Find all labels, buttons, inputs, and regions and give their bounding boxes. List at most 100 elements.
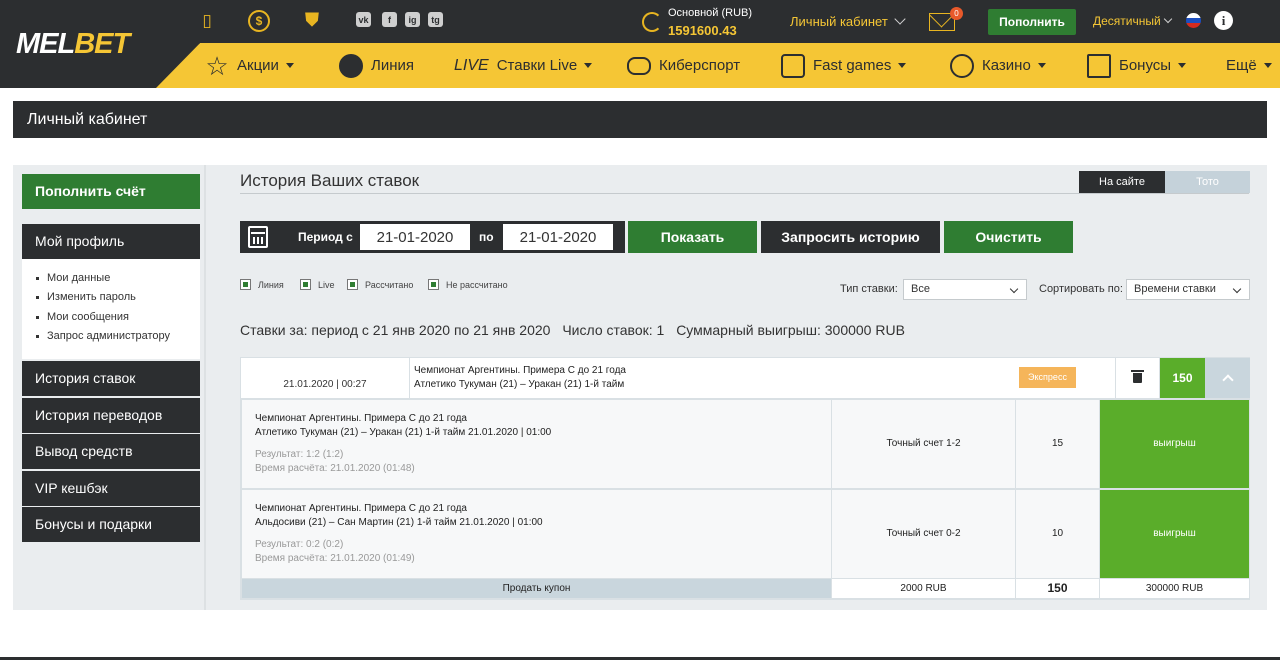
coupon-stake: 2000 RUB	[832, 579, 1015, 598]
event-league: Чемпионат Аргентины. Примера С до 21 год…	[255, 413, 467, 424]
event-bet: Точный счет 0-2	[832, 490, 1015, 578]
checkbox[interactable]	[428, 279, 439, 290]
sidebar-subitem-change-password[interactable]: Изменить пароль	[36, 291, 136, 303]
request-history-button[interactable]: Запросить историю	[761, 221, 940, 253]
date-to-input[interactable]	[503, 224, 613, 250]
bet-history-title: История Ваших ставок	[240, 171, 420, 190]
event-row: Чемпионат Аргентины. Примера С до 21 год…	[242, 490, 831, 578]
mobile-app-icon[interactable]: ▯	[196, 10, 218, 32]
event-league: Чемпионат Аргентины. Примера С до 21 год…	[255, 503, 467, 514]
trash-icon	[1131, 370, 1144, 383]
coupon-league: Чемпионат Аргентины. Примера С до 21 год…	[414, 365, 626, 376]
date-from-input[interactable]	[360, 224, 470, 250]
sort-label: Сортировать по:	[1039, 283, 1123, 295]
deposit-button[interactable]: Пополнить	[988, 9, 1076, 35]
page-title: Личный кабинет	[13, 101, 1267, 138]
mail-badge: 0	[950, 7, 963, 20]
odds-format-select[interactable]: Десятичный	[1093, 14, 1172, 28]
filter-live[interactable]: Live	[300, 279, 335, 290]
nav-esports[interactable]: Киберспорт	[627, 43, 740, 88]
logo[interactable]: MELBET	[16, 28, 130, 61]
checkbox[interactable]	[347, 279, 358, 290]
calendar-icon[interactable]	[248, 226, 268, 248]
sidebar-item-withdraw[interactable]: Вывод средств	[22, 434, 200, 469]
nav-promotions[interactable]: ☆ Акции	[205, 43, 294, 88]
nav-more[interactable]: Ещё	[1226, 43, 1272, 88]
event-result: Результат: 0:2 (0:2)	[255, 539, 344, 550]
coupon-datetime: 21.01.2020 | 00:27	[241, 358, 409, 398]
nav-live[interactable]: LIVE Ставки Live	[454, 43, 593, 88]
tab-on-site[interactable]: На сайте	[1079, 171, 1165, 193]
info-icon[interactable]: i	[1214, 11, 1233, 30]
shield-icon[interactable]: ⛊	[301, 10, 323, 32]
coupon-payout: 300000 RUB	[1100, 579, 1249, 598]
instagram-icon[interactable]: ig	[405, 12, 420, 27]
telegram-icon[interactable]: tg	[428, 12, 443, 27]
sidebar-item-bonuses-gifts[interactable]: Бонусы и подарки	[22, 507, 200, 542]
vk-icon[interactable]: vk	[356, 12, 371, 27]
event-result: Результат: 1:2 (1:2)	[255, 449, 344, 460]
event-bet: Точный счет 1-2	[832, 400, 1015, 488]
chevron-down-icon	[1009, 284, 1019, 294]
coupon-total-coef: 150	[1016, 579, 1099, 598]
sort-select[interactable]: Времени ставки	[1126, 279, 1250, 300]
sidebar-item-bet-history[interactable]: История ставок	[22, 361, 200, 396]
tab-toto[interactable]: Тото	[1165, 171, 1250, 193]
summary-count: Число ставок: 1	[562, 322, 665, 338]
chip-icon	[950, 53, 974, 78]
checkbox[interactable]	[300, 279, 311, 290]
nav-line[interactable]: Линия	[339, 43, 414, 88]
personal-cabinet-link[interactable]: Личный кабинет	[790, 13, 906, 29]
event-status: выигрыш	[1100, 490, 1249, 578]
caret-down-icon	[1178, 63, 1187, 68]
event-calc-time: Время расчёта: 21.01.2020 (01:49)	[255, 553, 415, 564]
nav-bonuses[interactable]: Бонусы	[1087, 43, 1187, 88]
chevron-up-icon	[1221, 374, 1234, 386]
language-flag-icon[interactable]	[1186, 13, 1201, 28]
football-icon	[339, 53, 363, 78]
checkbox[interactable]	[240, 279, 251, 290]
event-status: выигрыш	[1100, 400, 1249, 488]
event-calc-time: Время расчёта: 21.01.2020 (01:48)	[255, 463, 415, 474]
gamepad-icon	[627, 56, 651, 75]
period-from-label: Период с	[298, 230, 353, 244]
filter-unsettled[interactable]: Не рассчитано	[428, 279, 508, 290]
filter-line[interactable]: Линия	[240, 279, 284, 290]
summary-total: Суммарный выигрыш: 300000 RUB	[676, 322, 905, 338]
sidebar-item-profile[interactable]: Мой профиль	[22, 224, 200, 259]
facebook-icon[interactable]: f	[382, 12, 397, 27]
event-match: Атлетико Тукуман (21) – Уракан (21) 1-й …	[255, 427, 552, 438]
event-coef: 15	[1016, 400, 1099, 488]
bets-summary: Ставки за: период с 21 янв 2020 по 21 ян…	[240, 322, 913, 338]
nav-fast-games[interactable]: Fast games	[781, 43, 907, 88]
sidebar-item-vip-cashback[interactable]: VIP кешбэк	[22, 471, 200, 506]
currency-icon[interactable]: $	[248, 10, 270, 32]
sidebar-divider	[204, 165, 206, 610]
chevron-down-icon	[894, 13, 906, 25]
balance-value: 1591600.43	[668, 23, 737, 38]
collapse-coupon-button[interactable]	[1205, 358, 1250, 398]
sidebar-subitem-messages[interactable]: Мои сообщения	[36, 311, 129, 323]
sell-coupon-button[interactable]: Продать купон	[242, 579, 831, 598]
dice-icon	[781, 53, 805, 78]
delete-coupon-button[interactable]	[1116, 358, 1159, 398]
express-badge: Экспресс	[1019, 367, 1076, 388]
sidebar-item-transfer-history[interactable]: История переводов	[22, 398, 200, 433]
sidebar-subitem-admin-request[interactable]: Запрос администратору	[36, 330, 170, 342]
gift-icon	[1087, 53, 1111, 78]
filter-settled[interactable]: Рассчитано	[347, 279, 413, 290]
chevron-down-icon	[1163, 14, 1172, 24]
chevron-down-icon	[1232, 284, 1242, 294]
refresh-balance-icon[interactable]	[642, 12, 662, 32]
bet-type-select[interactable]: Все	[903, 279, 1027, 300]
sidebar-subitem-my-data[interactable]: Мои данные	[36, 272, 110, 284]
summary-period: Ставки за: период с 21 янв 2020 по 21 ян…	[240, 322, 551, 338]
coupon-match: Атлетико Тукуман (21) – Уракан (21) 1-й …	[414, 379, 625, 390]
clear-button[interactable]: Очистить	[944, 221, 1073, 253]
caret-down-icon	[584, 63, 593, 68]
show-button[interactable]: Показать	[628, 221, 757, 253]
event-match: Альдосиви (21) – Сан Мартин (21) 1-й тай…	[255, 517, 543, 528]
sidebar-deposit-button[interactable]: Пополнить счёт	[22, 174, 200, 209]
coupon-coefficient: 150	[1160, 358, 1205, 398]
nav-casino[interactable]: Казино	[950, 43, 1046, 88]
